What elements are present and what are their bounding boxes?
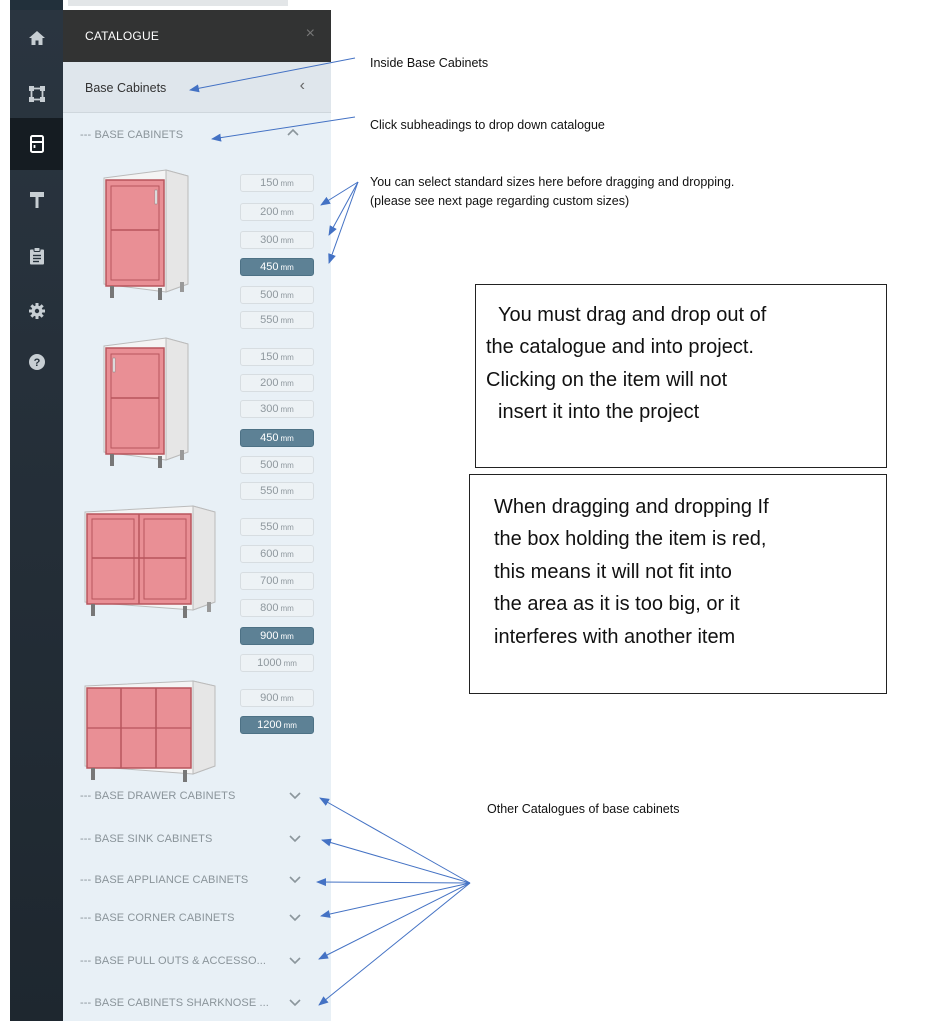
arrow-section-2 [321,838,471,884]
arrow-section-4 [320,882,471,918]
arrow-inside [189,57,356,93]
arrow-size-1 [320,181,359,206]
arrow-section-1 [319,797,471,884]
arrow-size-2 [328,181,359,236]
arrow-section-6 [318,882,471,1006]
arrow-size-3 [328,181,359,264]
annotation-arrows [189,57,471,1006]
arrow-section-5 [318,882,471,960]
arrow-section-3 [316,878,471,887]
arrow-subheadings [211,116,356,142]
